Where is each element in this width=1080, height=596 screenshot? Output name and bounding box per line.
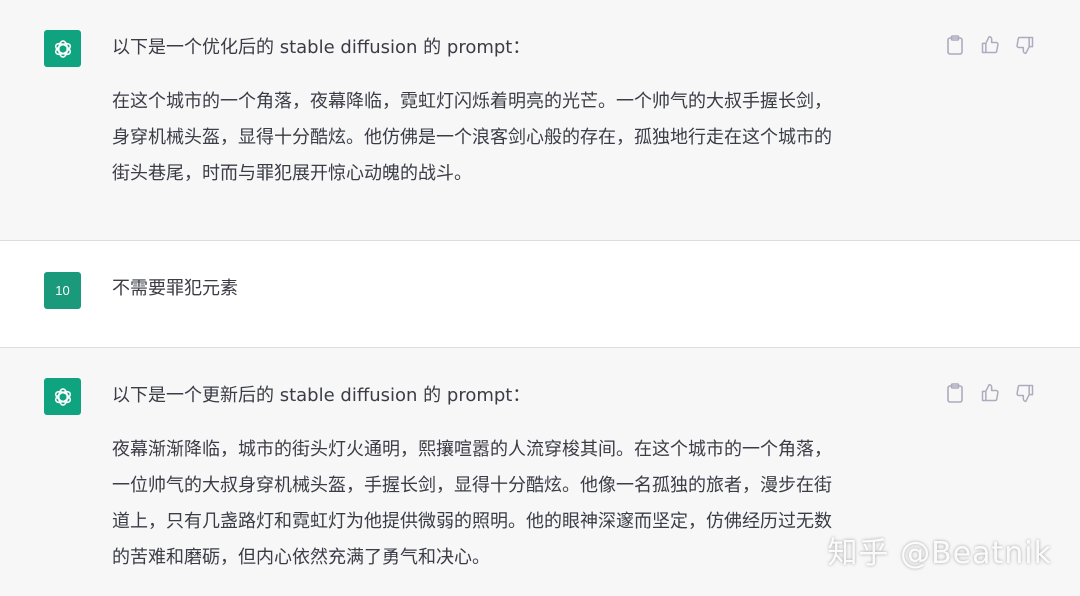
message-intro: 以下是一个优化后的 stable diffusion 的 prompt： [112,37,531,58]
message-actions [943,33,1037,57]
message-body-line: 身穿机械头盔，显得十分酷炫。他仿佛是一个浪客剑心般的存在，孤独地行走在这个城市的 [112,127,832,148]
thumbs-up-button[interactable] [978,381,1002,405]
openai-logo-icon [54,387,71,406]
assistant-message-1: 以下是一个优化后的 stable diffusion 的 prompt： 在这个… [0,0,1080,240]
copy-button[interactable] [943,33,967,57]
zhihu-watermark: 知乎 @Beatnik [827,536,1052,571]
message-body-line: 道上，只有几盏路灯和霓虹灯为他提供微弱的照明。他的眼神深邃而坚定，仿佛经历过无数 [112,511,832,532]
assistant-avatar [44,378,81,415]
user-avatar-label: 10 [55,283,70,298]
openai-logo-icon [54,39,71,58]
thumbs-down-button[interactable] [1013,33,1037,57]
thumbs-up-icon [981,35,999,54]
thumbs-down-icon [1016,384,1034,403]
message-actions [943,381,1037,405]
user-message: 10 不需要罪犯元素 [0,240,1080,348]
user-avatar: 10 [44,272,81,309]
thumbs-up-button[interactable] [978,33,1002,57]
message-body-line: 的苦难和磨砺，但内心依然充满了勇气和决心。 [112,547,490,568]
thumbs-down-button[interactable] [1013,381,1037,405]
thumbs-up-icon [981,383,999,402]
clipboard-icon [947,35,963,55]
user-message-text: 不需要罪犯元素 [112,278,238,299]
message-intro: 以下是一个更新后的 stable diffusion 的 prompt： [112,385,531,406]
copy-button[interactable] [943,381,967,405]
thumbs-down-icon [1016,36,1034,55]
assistant-avatar [44,30,81,67]
message-body-line: 在这个城市的一个角落，夜幕降临，霓虹灯闪烁着明亮的光芒。一个帅气的大叔手握长剑， [112,91,832,112]
message-body-line: 一位帅气的大叔身穿机械头盔，手握长剑，显得十分酷炫。他像一名孤独的旅者，漫步在街 [112,475,832,496]
message-body-line: 夜幕渐渐降临，城市的街头灯火通明，熙攘喧嚣的人流穿梭其间。在这个城市的一个角落， [112,439,832,460]
message-body-line: 街头巷尾，时而与罪犯展开惊心动魄的战斗。 [112,163,472,184]
clipboard-icon [947,383,963,403]
